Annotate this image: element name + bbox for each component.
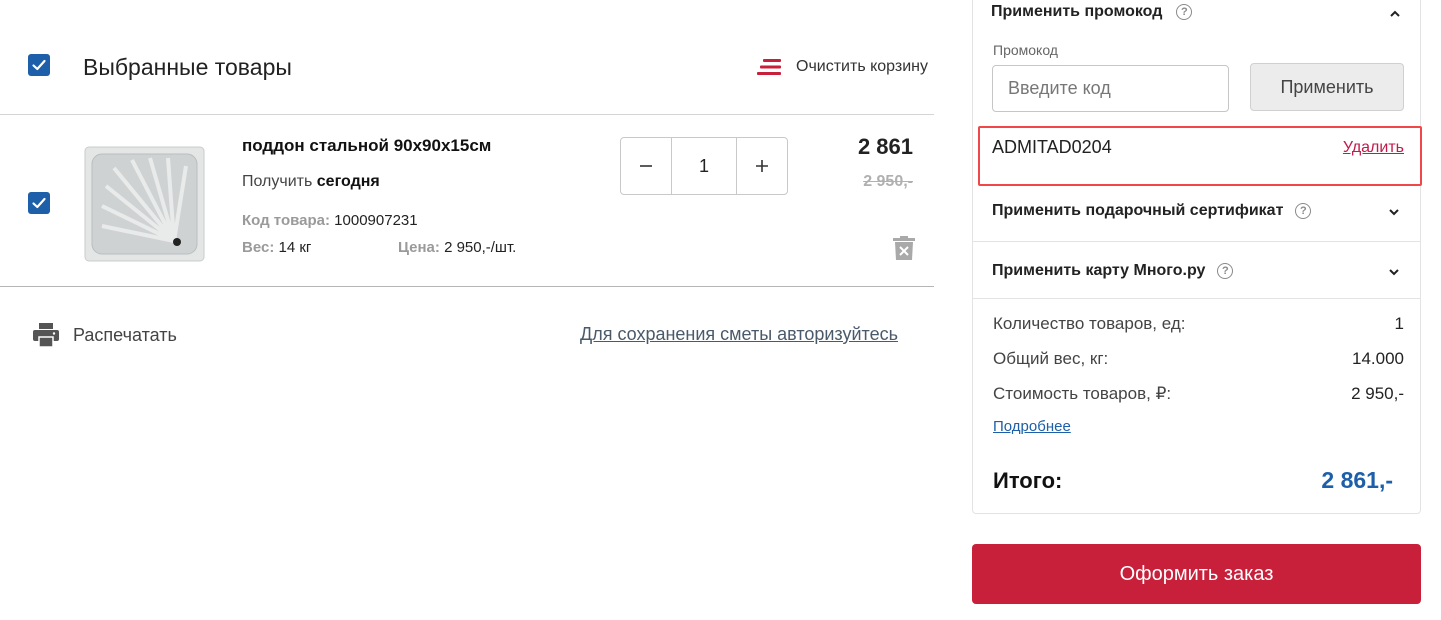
product-unit-price-label: Цена: bbox=[398, 239, 440, 256]
cart-header: Выбранные товары Очистить корзину bbox=[0, 0, 934, 115]
product-weight: Вес: 14 кг bbox=[242, 239, 311, 256]
printer-icon bbox=[33, 323, 59, 348]
item-price-current: 2 861 bbox=[857, 134, 913, 159]
remove-promo-link[interactable]: Удалить bbox=[1343, 139, 1404, 157]
product-weight-value: 14 кг bbox=[278, 239, 312, 256]
loyalty-card-section[interactable]: Применить карту Много.ру ? bbox=[973, 242, 1420, 299]
product-code-value: 1000907231 bbox=[334, 212, 418, 229]
help-icon[interactable]: ? bbox=[1217, 263, 1234, 279]
clear-cart-button[interactable]: Очистить корзину bbox=[757, 58, 928, 76]
order-summary-panel: Применить промокод ? Промокод Применить … bbox=[972, 0, 1422, 514]
stat-value: 2 950,- bbox=[1351, 384, 1404, 403]
select-all-checkbox[interactable] bbox=[28, 54, 50, 76]
stat-label: Количество товаров, ед: bbox=[993, 314, 1186, 333]
product-image[interactable] bbox=[84, 146, 205, 262]
applied-promo-value: ADMITAD0204 bbox=[992, 137, 1112, 157]
chevron-down-icon[interactable] bbox=[1388, 266, 1400, 278]
product-unit-price-value: 2 950,-/шт. bbox=[444, 239, 517, 256]
trash-icon[interactable] bbox=[893, 236, 915, 260]
product-code-label: Код товара: bbox=[242, 212, 330, 229]
stat-goods-cost: Стоимость товаров, ₽: 2 950,- bbox=[993, 384, 1404, 404]
print-button[interactable]: Распечатать bbox=[33, 322, 177, 348]
increase-quantity-button[interactable] bbox=[737, 138, 787, 194]
stat-label: Общий вес, кг: bbox=[993, 349, 1109, 368]
pickup-info: Получить сегодня bbox=[242, 173, 380, 191]
total-value: 2 861,- bbox=[1321, 467, 1393, 493]
print-label: Распечатать bbox=[73, 324, 177, 345]
stat-value: 14.000 bbox=[1352, 349, 1404, 368]
promo-title: Применить промокод bbox=[991, 3, 1163, 20]
promo-section-header[interactable]: Применить промокод ? bbox=[991, 3, 1193, 21]
pickup-prefix: Получить bbox=[242, 173, 313, 190]
apply-promo-button[interactable]: Применить bbox=[1250, 63, 1404, 111]
item-select-checkbox[interactable] bbox=[28, 192, 50, 214]
cart-title: Выбранные товары bbox=[83, 54, 292, 80]
loyalty-card-title: Применить карту Много.ру bbox=[992, 262, 1206, 279]
product-name[interactable]: поддон стальной 90х90х15см bbox=[242, 136, 491, 156]
quantity-stepper: 1 bbox=[620, 137, 788, 195]
clear-cart-label: Очистить корзину bbox=[796, 58, 928, 75]
total-label: Итого: bbox=[993, 468, 1063, 493]
product-unit-price: Цена: 2 950,-/шт. bbox=[398, 239, 516, 256]
decrease-quantity-button[interactable] bbox=[621, 138, 671, 194]
promo-field-label: Промокод bbox=[993, 42, 1058, 58]
promo-code-input[interactable] bbox=[992, 65, 1229, 112]
checkmark-icon bbox=[32, 59, 46, 71]
clear-list-icon bbox=[757, 59, 781, 75]
gift-certificate-title: Применить подарочный сертификат bbox=[992, 202, 1284, 219]
chevron-up-icon[interactable] bbox=[1389, 8, 1401, 20]
stat-item-count: Количество товаров, ед: 1 bbox=[993, 314, 1404, 334]
checkout-button[interactable]: Оформить заказ bbox=[972, 544, 1421, 604]
product-code: Код товара: 1000907231 bbox=[242, 212, 418, 229]
help-icon[interactable]: ? bbox=[1295, 203, 1312, 219]
item-price-old: 2 950,- bbox=[863, 173, 913, 190]
pickup-when: сегодня bbox=[316, 173, 380, 190]
help-icon[interactable]: ? bbox=[1176, 4, 1193, 20]
cart: Выбранные товары Очистить корзину поддон… bbox=[0, 0, 934, 620]
minus-icon bbox=[640, 165, 652, 167]
stat-label: Стоимость товаров, ₽: bbox=[993, 384, 1172, 403]
plus-icon bbox=[756, 160, 768, 172]
chevron-down-icon[interactable] bbox=[1388, 206, 1400, 218]
details-link[interactable]: Подробнее bbox=[993, 418, 1071, 435]
cart-item-row: поддон стальной 90х90х15см Получить сего… bbox=[0, 115, 934, 287]
stat-value: 1 bbox=[1394, 314, 1404, 333]
product-weight-label: Вес: bbox=[242, 239, 275, 256]
quantity-value[interactable]: 1 bbox=[671, 138, 737, 194]
applied-promo-code: ADMITAD0204 Удалить bbox=[978, 126, 1422, 186]
checkmark-icon bbox=[32, 197, 46, 209]
auth-to-save-link[interactable]: Для сохранения сметы авторизуйтесь bbox=[580, 324, 898, 345]
gift-certificate-section[interactable]: Применить подарочный сертификат ? bbox=[973, 182, 1420, 242]
stat-total-weight: Общий вес, кг: 14.000 bbox=[993, 349, 1404, 369]
